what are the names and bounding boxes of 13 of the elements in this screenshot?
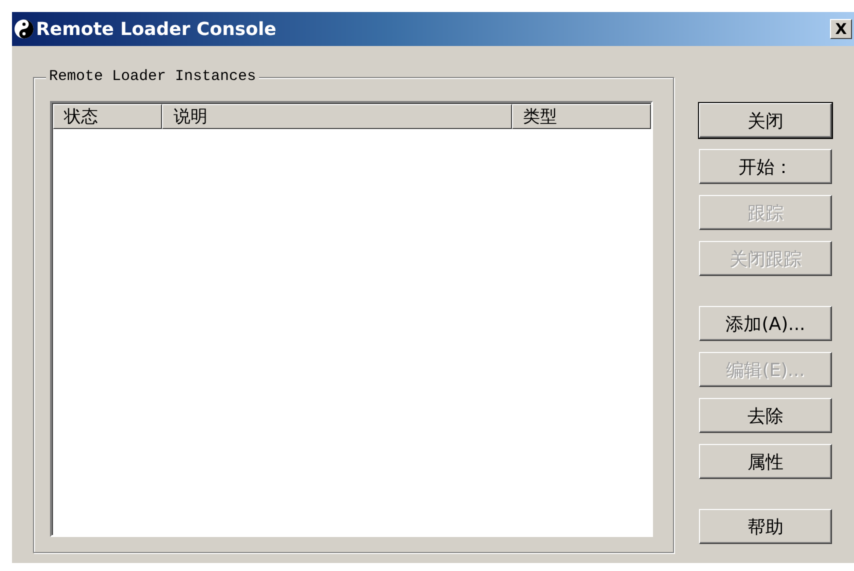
dialog-button[interactable]: 关闭 — [699, 103, 832, 138]
yin-yang-icon — [14, 19, 34, 39]
dialog-button[interactable]: 去除 — [699, 398, 832, 433]
dialog-button[interactable]: 开始： — [699, 149, 832, 184]
window-title: Remote Loader Console — [36, 18, 278, 40]
dialog-button[interactable]: 帮助 — [699, 509, 832, 544]
dialog-button[interactable]: 添加(A)... — [699, 306, 832, 341]
column-header[interactable]: 类型 — [512, 104, 651, 129]
dialog-button[interactable]: 属性 — [699, 444, 832, 479]
instance-list[interactable]: 状态 说明 类型 — [50, 101, 653, 537]
column-header[interactable]: 状态 — [53, 104, 162, 129]
column-header[interactable]: 说明 — [162, 104, 512, 129]
close-button[interactable]: X — [830, 19, 852, 39]
